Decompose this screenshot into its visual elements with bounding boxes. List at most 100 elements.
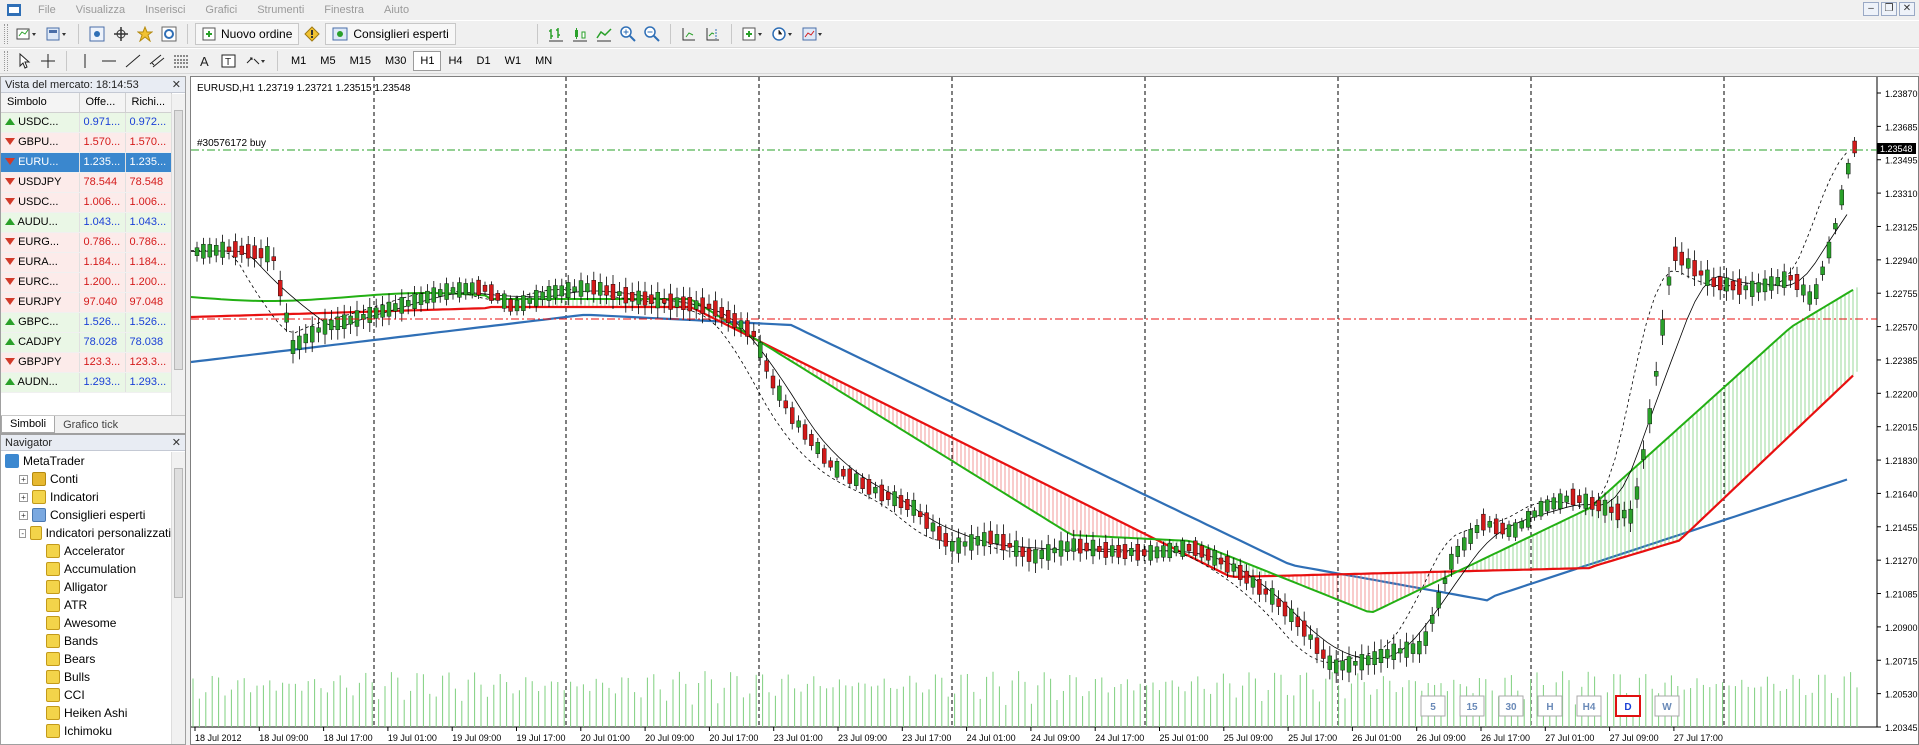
timeframe-m15[interactable]: M15 [343,51,378,71]
navigator-item[interactable]: Ichimoku [1,722,171,740]
menu-window[interactable]: Finestra [314,4,374,16]
navigator-item[interactable]: MetaTrader [1,452,171,470]
table-row[interactable]: USDC... 0.971... 0.972... [1,112,172,133]
channel-icon[interactable] [146,50,168,72]
data-window-icon[interactable] [110,23,132,45]
timeframe-mn[interactable]: MN [528,51,559,71]
candlestick-icon[interactable] [569,23,591,45]
table-row[interactable]: EURU... 1.235... 1.235... [1,152,172,173]
period-button-5[interactable]: 5 [1420,695,1446,717]
table-row[interactable]: GBPJPY 123.3... 123.3... [1,352,172,373]
navigator-item[interactable]: Bulls [1,668,171,686]
table-row[interactable]: EURA... 1.184... 1.184... [1,252,172,273]
expert-advisors-button[interactable]: Consiglieri esperti [325,23,456,45]
table-row[interactable]: AUDN... 1.293... 1.293... [1,372,172,393]
menu-file[interactable]: File [28,4,66,16]
navigator-icon[interactable] [134,23,156,45]
expand-icon[interactable]: + [19,492,28,502]
templates-icon[interactable] [799,23,827,45]
crosshair-icon[interactable] [37,50,59,72]
table-row[interactable]: GBPC... 1.526... 1.526... [1,312,172,333]
arrows-icon[interactable] [242,50,270,72]
navigator-item[interactable]: - Indicatori personalizzati [1,524,171,542]
price-chart[interactable]: 1.23870 1.23685 1.23495 1.23310 1.23125 1.229… [191,77,1918,744]
navigator-item[interactable]: Bears [1,650,171,668]
menu-tools[interactable]: Strumenti [247,4,314,16]
close-icon[interactable]: ✕ [172,78,181,91]
indicators-icon[interactable] [739,23,767,45]
period-button-h[interactable]: H [1537,695,1563,717]
navigator-item[interactable]: Awesome [1,614,171,632]
close-icon[interactable]: ✕ [1899,2,1915,16]
menu-charts[interactable]: Grafici [195,4,247,16]
table-row[interactable]: GBPU... 1.570... 1.570... [1,132,172,153]
navigator-scrollbar[interactable] [171,452,185,744]
period-button-d[interactable]: D [1615,695,1641,717]
period-button-30[interactable]: 30 [1498,695,1524,717]
navigator-item[interactable]: + Conti [1,470,171,488]
expand-icon[interactable]: - [19,528,27,538]
table-row[interactable]: EURC... 1.200... 1.200... [1,272,172,293]
tab-symbols[interactable]: Simboli [1,416,56,433]
chart-window[interactable]: 1.23870 1.23685 1.23495 1.23310 1.23125 1.229… [190,76,1919,745]
toolbar-grip[interactable] [4,24,8,44]
auto-scroll-icon[interactable] [678,23,700,45]
table-row[interactable]: AUDU... 1.043... 1.043... [1,212,172,233]
timeframe-m1[interactable]: M1 [284,51,313,71]
zoom-in-icon[interactable] [617,23,639,45]
text-label-icon[interactable]: T [218,50,240,72]
profiles-icon[interactable] [43,23,71,45]
bar-chart-icon[interactable] [545,23,567,45]
table-row[interactable]: EURJPY 97.040 97.048 [1,292,172,313]
zoom-out-icon[interactable] [641,23,663,45]
restore-icon[interactable]: ❐ [1881,2,1897,16]
menu-help[interactable]: Aiuto [374,4,419,16]
text-icon[interactable]: A [194,50,216,72]
timeframe-m30[interactable]: M30 [378,51,413,71]
timeframe-m5[interactable]: M5 [313,51,342,71]
menu-view[interactable]: Visualizza [66,4,135,16]
cursor-icon[interactable] [13,50,35,72]
table-row[interactable]: EURG... 0.786... 0.786... [1,232,172,253]
period-button-w[interactable]: W [1654,695,1680,717]
navigator-item[interactable]: Bands [1,632,171,650]
navigator-item[interactable]: + Consiglieri esperti [1,506,171,524]
horizontal-line-icon[interactable] [98,50,120,72]
navigator-item[interactable]: CCI [1,686,171,704]
vertical-line-icon[interactable] [74,50,96,72]
minimize-icon[interactable]: – [1863,2,1879,16]
navigator-item[interactable]: ATR [1,596,171,614]
new-order-button[interactable]: Nuovo ordine [195,23,300,45]
close-icon[interactable]: ✕ [172,436,181,449]
trendline-icon[interactable] [122,50,144,72]
timeframe-d1[interactable]: D1 [470,51,498,71]
terminal-icon[interactable] [158,23,180,45]
column-header-bid[interactable]: Offe... [79,93,126,113]
fibonacci-icon[interactable] [170,50,192,72]
scrollbar-thumb[interactable] [174,110,183,370]
expand-icon[interactable]: + [19,510,28,520]
timeframe-h4[interactable]: H4 [441,51,469,71]
menu-insert[interactable]: Inserisci [135,4,195,16]
metaeditor-icon[interactable] [301,23,323,45]
market-watch-scrollbar[interactable] [171,94,185,417]
periods-icon[interactable] [769,23,797,45]
chart-shift-icon[interactable] [702,23,724,45]
toolbar-grip[interactable] [4,51,8,71]
column-header-ask[interactable]: Richi... [125,93,172,113]
expand-icon[interactable]: + [19,474,28,484]
order-label[interactable]: #30576172 buy [197,138,266,149]
market-watch-icon[interactable] [86,23,108,45]
timeframe-w1[interactable]: W1 [498,51,529,71]
timeframe-h1[interactable]: H1 [413,51,442,71]
navigator-item[interactable]: + Indicatori [1,488,171,506]
scrollbar-thumb[interactable] [174,468,183,598]
period-button-15[interactable]: 15 [1459,695,1485,717]
navigator-item[interactable]: Accelerator [1,542,171,560]
navigator-item[interactable]: Heiken Ashi [1,704,171,722]
table-row[interactable]: USDC... 1.006... 1.006... [1,192,172,213]
navigator-item[interactable]: Alligator [1,578,171,596]
tab-tick-chart[interactable]: Grafico tick [55,416,126,433]
period-button-h4[interactable]: H4 [1576,695,1602,717]
navigator-item[interactable]: Accumulation [1,560,171,578]
